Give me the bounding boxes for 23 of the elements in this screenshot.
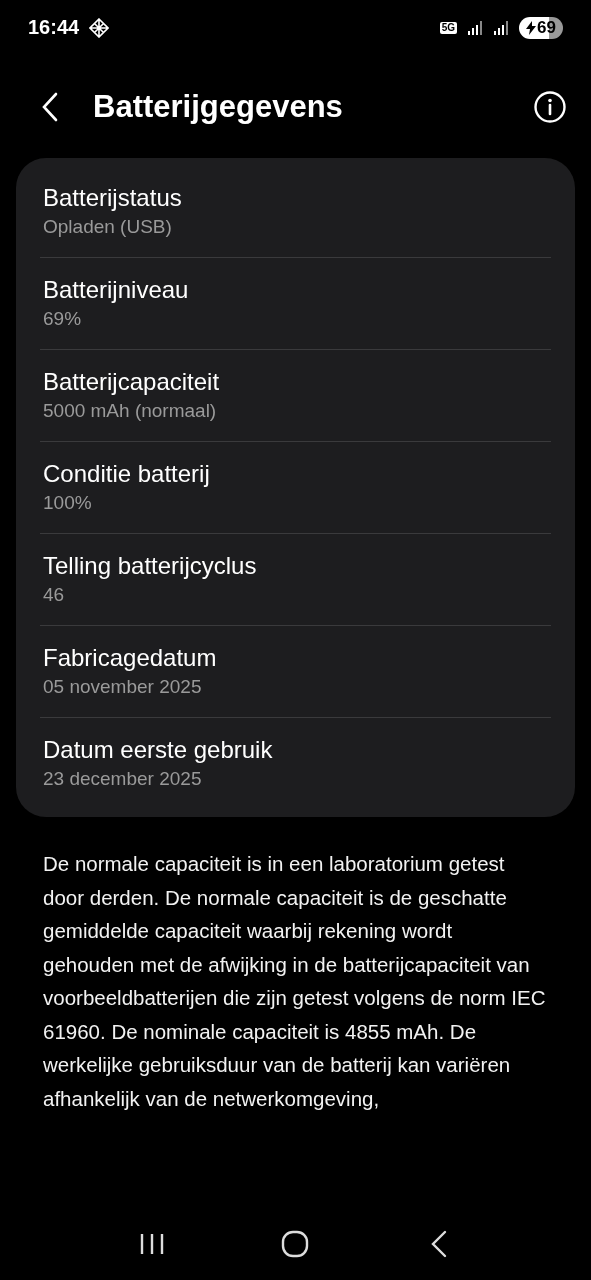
item-value: 23 december 2025 bbox=[43, 768, 203, 790]
item-value: 100% bbox=[43, 492, 93, 514]
diamond-grid-icon bbox=[89, 17, 110, 38]
signal-icon bbox=[493, 19, 510, 36]
battery-indicator: 69 bbox=[519, 16, 563, 39]
item-value: 05 november 2025 bbox=[43, 676, 203, 698]
item-title: Batterijstatus bbox=[43, 184, 183, 212]
item-title: Fabricagedatum bbox=[43, 644, 218, 672]
item-title: Batterijcapaciteit bbox=[43, 368, 221, 396]
item-value: Opladen (USB) bbox=[43, 216, 173, 238]
item-title: Conditie batterij bbox=[43, 460, 211, 488]
status-time: 16:44 bbox=[28, 16, 80, 39]
network-type: 5G bbox=[439, 21, 458, 34]
item-title: Datum eerste gebruik bbox=[43, 736, 274, 764]
item-value: 46 bbox=[43, 584, 66, 606]
page-title: Batterijgegevens bbox=[93, 88, 344, 125]
description-text: De normale capaciteit is in een laboratorium getest door derden. De normale capaciteit is de geschatte gemiddelde capaciteit waarbij rekening wordt gehouden met de afwijking in de batterijcapaciteit van voorbeeldbatterijen die zijn getest volgens de norm IEC 61960. De nominale capaciteit is 4855 mAh. De werkelijke gebruiksduur van de batterij kan variëren afhankelijk van de netwerkomgeving, bbox=[43, 851, 547, 1112]
item-title: Telling batterijcyclus bbox=[43, 552, 258, 580]
item-value: 69% bbox=[43, 308, 83, 330]
signal-icon bbox=[467, 19, 484, 36]
item-value: 5000 mAh (normaal) bbox=[43, 400, 218, 422]
item-title: Batterijniveau bbox=[43, 276, 190, 304]
info-button[interactable] bbox=[533, 89, 567, 124]
